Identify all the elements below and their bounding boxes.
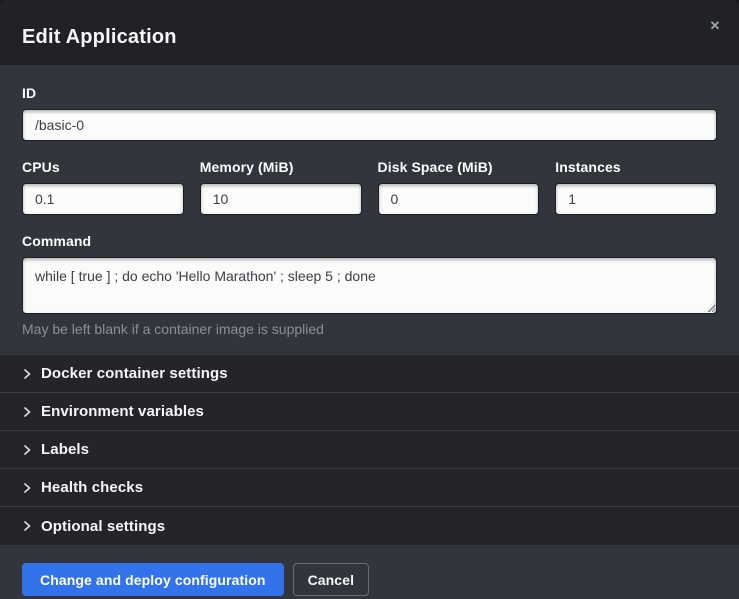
chevron-right-icon: [22, 369, 32, 379]
resources-row: CPUs Memory (MiB) Disk Space (MiB) Insta…: [22, 159, 717, 215]
id-field-group: ID: [22, 85, 717, 141]
disk-space-field-group: Disk Space (MiB): [378, 159, 540, 215]
modal-body: ID CPUs Memory (MiB) Disk Space (MiB) In…: [0, 65, 739, 355]
chevron-right-icon: [22, 445, 32, 455]
disk-space-input[interactable]: [378, 183, 540, 215]
section-label: Docker container settings: [41, 365, 228, 382]
section-optional-settings[interactable]: Optional settings: [0, 507, 739, 545]
command-field-group: Command while [ true ] ; do echo 'Hello …: [22, 233, 717, 337]
chevron-right-icon: [22, 521, 32, 531]
disk-space-label: Disk Space (MiB): [378, 159, 540, 175]
close-icon[interactable]: ✕: [705, 16, 725, 36]
section-label: Optional settings: [41, 518, 165, 535]
modal-header: Edit Application ✕: [0, 0, 739, 65]
modal-title: Edit Application: [22, 26, 717, 49]
command-textarea-wrap: while [ true ] ; do echo 'Hello Marathon…: [22, 257, 717, 314]
section-label: Environment variables: [41, 403, 204, 420]
section-docker-container-settings[interactable]: Docker container settings: [0, 355, 739, 393]
instances-field-group: Instances: [555, 159, 717, 215]
command-label: Command: [22, 233, 717, 249]
section-label: Health checks: [41, 479, 143, 496]
command-textarea[interactable]: while [ true ] ; do echo 'Hello Marathon…: [22, 257, 717, 314]
modal-footer: Change and deploy configuration Cancel: [0, 545, 739, 599]
command-help-text: May be left blank if a container image i…: [22, 321, 717, 337]
cpus-label: CPUs: [22, 159, 184, 175]
section-health-checks[interactable]: Health checks: [0, 469, 739, 507]
cpus-input[interactable]: [22, 183, 184, 215]
section-labels[interactable]: Labels: [0, 431, 739, 469]
memory-label: Memory (MiB): [200, 159, 362, 175]
edit-application-modal: Edit Application ✕ ID CPUs Memory (MiB) …: [0, 0, 739, 599]
chevron-right-icon: [22, 483, 32, 493]
chevron-right-icon: [22, 407, 32, 417]
cpus-field-group: CPUs: [22, 159, 184, 215]
memory-input[interactable]: [200, 183, 362, 215]
id-label: ID: [22, 85, 717, 101]
change-and-deploy-button[interactable]: Change and deploy configuration: [22, 563, 284, 596]
section-label: Labels: [41, 441, 89, 458]
cancel-button[interactable]: Cancel: [293, 563, 370, 596]
instances-label: Instances: [555, 159, 717, 175]
section-environment-variables[interactable]: Environment variables: [0, 393, 739, 431]
id-input[interactable]: [22, 109, 717, 141]
instances-input[interactable]: [555, 183, 717, 215]
memory-field-group: Memory (MiB): [200, 159, 362, 215]
collapsible-sections: Docker container settings Environment va…: [0, 355, 739, 545]
